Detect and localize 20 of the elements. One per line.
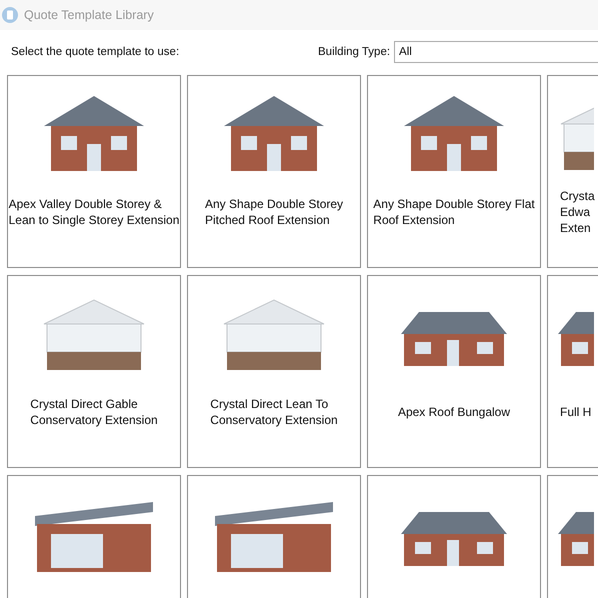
template-name: Apex Valley Double Storey & Lean to Single Storey Extension: [8, 196, 180, 228]
template-name: Apex Roof Bungalow: [396, 404, 512, 420]
template-name: Full H: [559, 404, 592, 420]
template-card[interactable]: Apex Roof Bungalow: [367, 275, 541, 468]
template-card[interactable]: Any Shape Double Storey Pitched Roof Extension: [187, 75, 361, 268]
template-name: Any Shape Double Storey Flat Roof Extension: [372, 196, 536, 228]
template-card[interactable]: Crystal Direct Gable Conservatory Extension: [7, 275, 181, 468]
window-title: Quote Template Library: [24, 8, 154, 22]
template-name: Crystal Direct Gable Conservatory Extension: [29, 396, 159, 428]
building-type-dropdown[interactable]: All: [394, 41, 598, 63]
template-name: Any Shape Double Storey Pitched Roof Extension: [204, 196, 344, 228]
template-card[interactable]: Crystal Direct Lean To Conservatory Extension: [187, 275, 361, 468]
template-card[interactable]: Full H: [547, 275, 598, 468]
building-type-label: Building Type:: [318, 46, 390, 58]
template-card[interactable]: Any Shape Double Storey Flat Roof Extension: [367, 75, 541, 268]
template-card[interactable]: Apex Valley Double Storey & Lean to Single Storey Extension: [7, 75, 181, 268]
template-name: Crysta Edwa Exten: [559, 188, 596, 236]
template-name: Crystal Direct Lean To Conservatory Extension: [209, 396, 339, 428]
instruction-text: Select the quote template to use:: [11, 46, 180, 58]
template-card[interactable]: Crysta Edwa Exten: [547, 75, 598, 268]
